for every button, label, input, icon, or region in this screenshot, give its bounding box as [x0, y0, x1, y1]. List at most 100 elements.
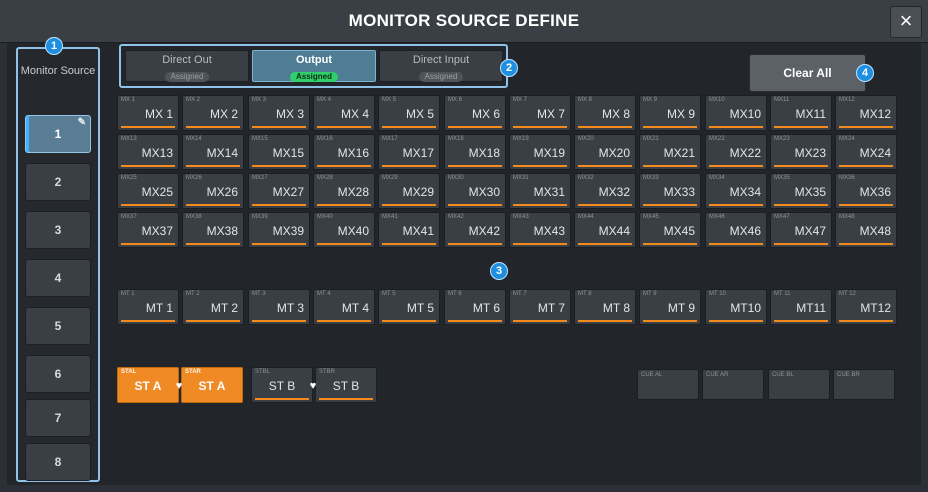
callout-badge-4: 4 — [856, 64, 874, 82]
channel-button-mx25[interactable]: MX25 MX25 — [117, 173, 179, 209]
channel-button-mx21[interactable]: MX21 MX21 — [639, 134, 701, 170]
channel-button-mx22[interactable]: MX22 MX22 — [705, 134, 767, 170]
channel-button-mx12[interactable]: MX12 MX12 — [835, 95, 897, 131]
channel-button-mt6[interactable]: MT 6 MT 6 — [444, 289, 506, 325]
channel-button-mx36[interactable]: MX36 MX36 — [835, 173, 897, 209]
channel-button-mx33[interactable]: MX33 MX33 — [639, 173, 701, 209]
monitor-source-1-button[interactable]: ✎ 1 — [25, 115, 91, 153]
channel-button-mt8[interactable]: MT 8 MT 8 — [574, 289, 636, 325]
channel-button-mx42[interactable]: MX42 MX42 — [444, 212, 506, 248]
cue-button-cue-ar[interactable]: CUE AR — [702, 369, 764, 400]
channel-button-mx44[interactable]: MX44 MX44 — [574, 212, 636, 248]
channel-button-mt4[interactable]: MT 4 MT 4 — [313, 289, 375, 325]
cue-button-cue-bl[interactable]: CUE BL — [768, 369, 830, 400]
output-type-tabs: Direct Out Assigned Output Assigned Direct I… — [119, 44, 508, 88]
channel-button-mx24[interactable]: MX24 MX24 — [835, 134, 897, 170]
channel-color-bar — [317, 165, 371, 167]
channel-button-mt1[interactable]: MT 1 MT 1 — [117, 289, 179, 325]
channel-color-bar — [774, 165, 828, 167]
channel-button-mx47[interactable]: MX47 MX47 — [770, 212, 832, 248]
channel-button-mt2[interactable]: MT 2 MT 2 — [182, 289, 244, 325]
monitor-source-4-button[interactable]: 4 — [25, 259, 91, 297]
channel-button-mx17[interactable]: MX17 MX17 — [378, 134, 440, 170]
monitor-source-header: Monitor Source — [20, 65, 96, 77]
channel-button-mx30[interactable]: MX30 MX30 — [444, 173, 506, 209]
channel-button-mx19[interactable]: MX19 MX19 — [509, 134, 571, 170]
channel-button-mx28[interactable]: MX28 MX28 — [313, 173, 375, 209]
channel-button-mx40[interactable]: MX40 MX40 — [313, 212, 375, 248]
channel-button-mx9[interactable]: MX 9 MX 9 — [639, 95, 701, 131]
channel-button-mx10[interactable]: MX10 MX10 — [705, 95, 767, 131]
monitor-source-6-button[interactable]: 6 — [25, 355, 91, 393]
tab-direct-out[interactable]: Direct Out Assigned — [125, 50, 249, 82]
channel-button-mx3[interactable]: MX 3 MX 3 — [248, 95, 310, 131]
clear-all-button[interactable]: Clear All — [749, 54, 866, 92]
channel-color-bar — [121, 126, 175, 128]
channel-button-mx43[interactable]: MX43 MX43 — [509, 212, 571, 248]
channel-button-mx7[interactable]: MX 7 MX 7 — [509, 95, 571, 131]
stereo-button-stal[interactable]: STAL ST A — [117, 367, 179, 403]
channel-short-name: MX32 — [578, 175, 594, 181]
close-button[interactable]: × — [890, 6, 922, 38]
monitor-source-8-button[interactable]: 8 — [25, 443, 91, 481]
channel-button-mx27[interactable]: MX27 MX27 — [248, 173, 310, 209]
cue-button-cue-al[interactable]: CUE AL — [637, 369, 699, 400]
channel-label: MX44 — [598, 224, 630, 238]
channel-button-mx48[interactable]: MX48 MX48 — [835, 212, 897, 248]
channel-button-mx23[interactable]: MX23 MX23 — [770, 134, 832, 170]
monitor-source-2-button[interactable]: 2 — [25, 163, 91, 201]
channel-button-mx14[interactable]: MX14 MX14 — [182, 134, 244, 170]
channel-button-mt7[interactable]: MT 7 MT 7 — [509, 289, 571, 325]
channel-button-mt3[interactable]: MT 3 MT 3 — [248, 289, 310, 325]
channel-button-mx39[interactable]: MX39 MX39 — [248, 212, 310, 248]
channel-button-mx46[interactable]: MX46 MX46 — [705, 212, 767, 248]
channel-button-mx6[interactable]: MX 6 MX 6 — [444, 95, 506, 131]
channel-button-mx5[interactable]: MX 5 MX 5 — [378, 95, 440, 131]
monitor-source-5-button[interactable]: 5 — [25, 307, 91, 345]
channel-button-mx31[interactable]: MX31 MX31 — [509, 173, 571, 209]
channel-color-bar — [774, 320, 828, 322]
tab-direct-input[interactable]: Direct Input Assigned — [379, 50, 503, 82]
channel-button-mx34[interactable]: MX34 MX34 — [705, 173, 767, 209]
channel-label: MX 4 — [340, 107, 369, 121]
channel-button-mx37[interactable]: MX37 MX37 — [117, 212, 179, 248]
monitor-source-3-button[interactable]: 3 — [25, 211, 91, 249]
channel-label: ST A — [198, 379, 226, 393]
channel-button-mx1[interactable]: MX 1 MX 1 — [117, 95, 179, 131]
channel-button-mx2[interactable]: MX 2 MX 2 — [182, 95, 244, 131]
channel-button-mx4[interactable]: MX 4 MX 4 — [313, 95, 375, 131]
channel-button-mx26[interactable]: MX26 MX26 — [182, 173, 244, 209]
channel-button-mt5[interactable]: MT 5 MT 5 — [378, 289, 440, 325]
channel-label: MT 8 — [602, 301, 630, 315]
channel-button-mt11[interactable]: MT 11 MT11 — [770, 289, 832, 325]
channel-button-mx35[interactable]: MX35 MX35 — [770, 173, 832, 209]
channel-color-bar — [382, 126, 436, 128]
channel-button-mx45[interactable]: MX45 MX45 — [639, 212, 701, 248]
channel-button-mx16[interactable]: MX16 MX16 — [313, 134, 375, 170]
channel-button-mx20[interactable]: MX20 MX20 — [574, 134, 636, 170]
channel-button-mt12[interactable]: MT 12 MT12 — [835, 289, 897, 325]
monitor-source-7-button[interactable]: 7 — [25, 399, 91, 437]
channel-button-mx29[interactable]: MX29 MX29 — [378, 173, 440, 209]
channel-button-mx11[interactable]: MX11 MX11 — [770, 95, 832, 131]
stereo-button-stbr[interactable]: STBR ST B — [315, 367, 377, 403]
channel-color-bar — [578, 243, 632, 245]
channel-button-mx15[interactable]: MX15 MX15 — [248, 134, 310, 170]
channel-button-mx8[interactable]: MX 8 MX 8 — [574, 95, 636, 131]
channel-short-name: MX27 — [252, 175, 268, 181]
channel-button-mx13[interactable]: MX13 MX13 — [117, 134, 179, 170]
channel-button-mx32[interactable]: MX32 MX32 — [574, 173, 636, 209]
channel-button-mx41[interactable]: MX41 MX41 — [378, 212, 440, 248]
channel-button-mt9[interactable]: MT 9 MT 9 — [639, 289, 701, 325]
channel-color-bar — [382, 320, 436, 322]
tab-output[interactable]: Output Assigned — [252, 50, 376, 82]
channel-button-mx38[interactable]: MX38 MX38 — [182, 212, 244, 248]
stereo-button-stbl[interactable]: STBL ST B — [251, 367, 313, 403]
cue-button-cue-br[interactable]: CUE BR — [833, 369, 895, 400]
channel-button-mx18[interactable]: MX18 MX18 — [444, 134, 506, 170]
channel-color-bar — [121, 204, 175, 206]
channel-label: MX 2 — [209, 107, 238, 121]
stereo-button-star[interactable]: STAR ST A — [181, 367, 243, 403]
channel-label: MX40 — [337, 224, 369, 238]
channel-button-mt10[interactable]: MT 10 MT10 — [705, 289, 767, 325]
